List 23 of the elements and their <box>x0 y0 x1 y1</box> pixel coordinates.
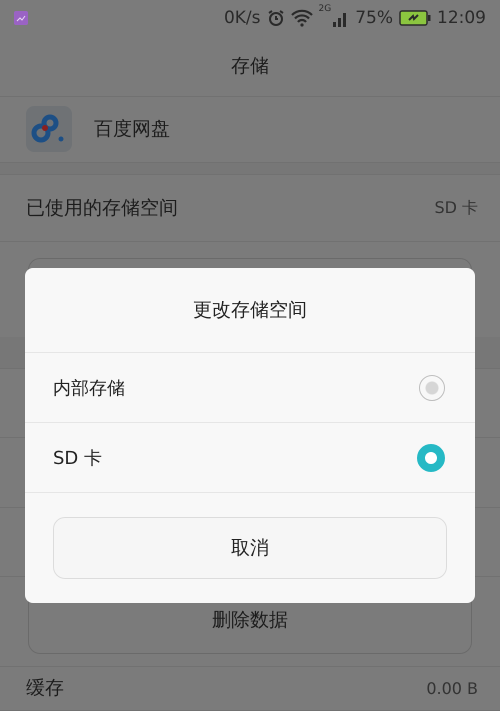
storage-option[interactable]: 内部存储 <box>25 353 475 423</box>
page-title: 存储 <box>231 54 269 79</box>
wifi-icon <box>290 8 312 27</box>
image-notification-icon <box>14 10 28 25</box>
radio-button[interactable] <box>417 444 445 472</box>
network-type: 2G <box>318 4 332 14</box>
storage-option[interactable]: SD 卡 <box>25 423 475 493</box>
app-icon <box>26 106 72 152</box>
network-speed: 0K/s <box>224 8 260 28</box>
charging-battery-icon <box>399 10 431 26</box>
dialog-title: 更改存储空间 <box>193 298 307 323</box>
option-label: 内部存储 <box>53 376 125 400</box>
storage-used-label: 已使用的存储空间 <box>26 196 178 222</box>
alarm-icon <box>266 8 284 27</box>
cache-label: 缓存 <box>26 676 64 702</box>
cache-value: 0.00 B <box>426 678 478 698</box>
option-label: SD 卡 <box>53 446 102 470</box>
battery-percent: 75% <box>355 8 393 28</box>
storage-used-value: SD 卡 <box>434 198 478 219</box>
radio-button[interactable] <box>419 374 445 400</box>
clock: 12:09 <box>437 8 486 28</box>
cancel-button[interactable]: 取消 <box>53 517 447 579</box>
app-name: 百度网盘 <box>94 117 170 142</box>
